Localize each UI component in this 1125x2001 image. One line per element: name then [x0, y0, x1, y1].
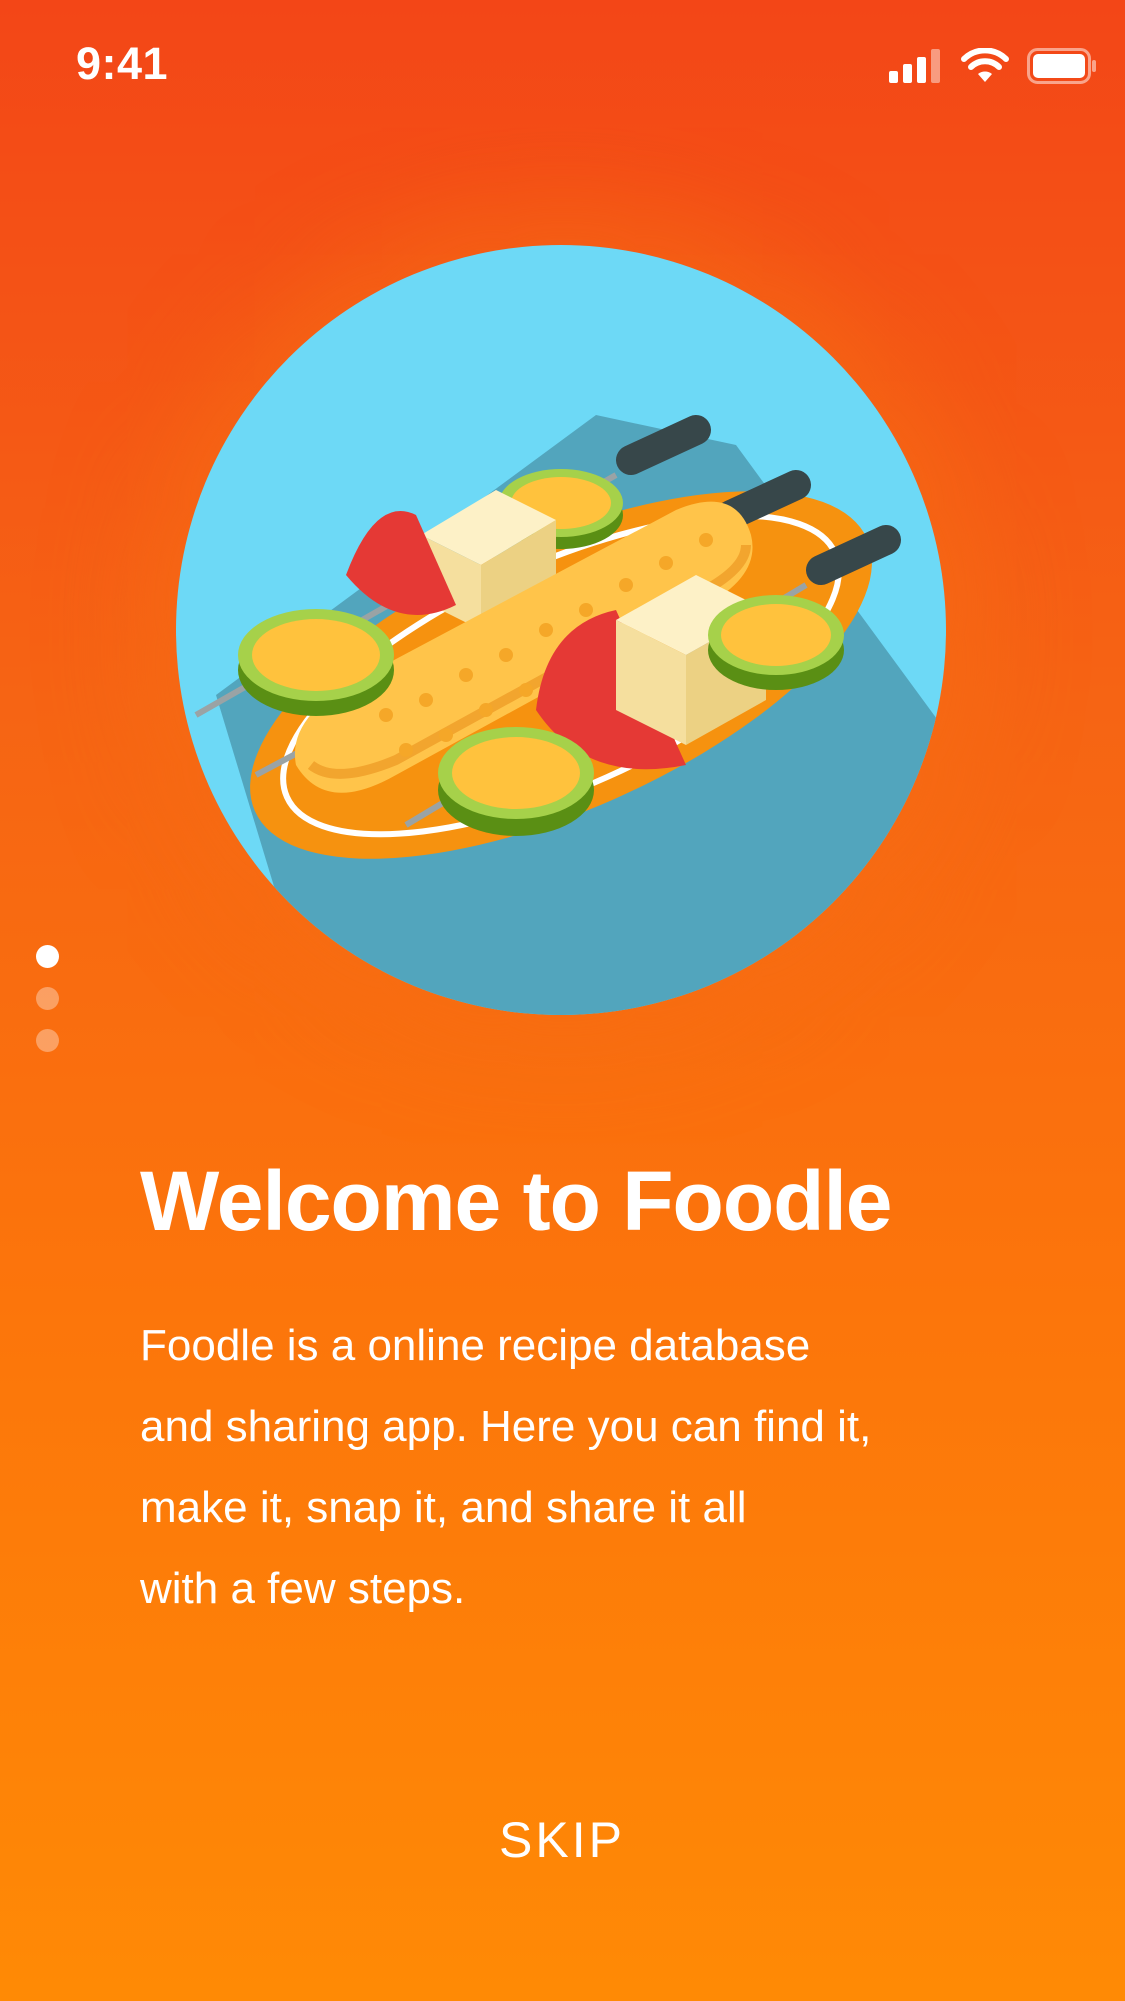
description-line: and sharing app. Here you can find it,	[140, 1402, 872, 1451]
onboarding-description: Foodle is a online recipe database and s…	[140, 1305, 1020, 1629]
food-skewers-illustration	[176, 245, 946, 1015]
status-bar: 9:41	[0, 0, 1125, 132]
onboarding-title: Welcome to Foodle	[140, 1154, 893, 1248]
page-dot-2[interactable]	[36, 987, 59, 1010]
page-dot-1[interactable]	[36, 945, 59, 968]
description-line: Foodle is a online recipe database	[140, 1321, 811, 1370]
skip-button[interactable]: SKIP	[462, 1805, 662, 1875]
battery-icon	[1027, 47, 1097, 89]
page-indicator	[36, 945, 60, 1071]
page-dot-3[interactable]	[36, 1029, 59, 1052]
description-line: with a few steps.	[140, 1564, 466, 1613]
status-time: 9:41	[76, 38, 169, 89]
signal-icon	[889, 48, 943, 88]
status-icons	[889, 46, 1097, 90]
wifi-icon	[961, 46, 1009, 89]
description-line: make it, snap it, and share it all	[140, 1483, 747, 1532]
